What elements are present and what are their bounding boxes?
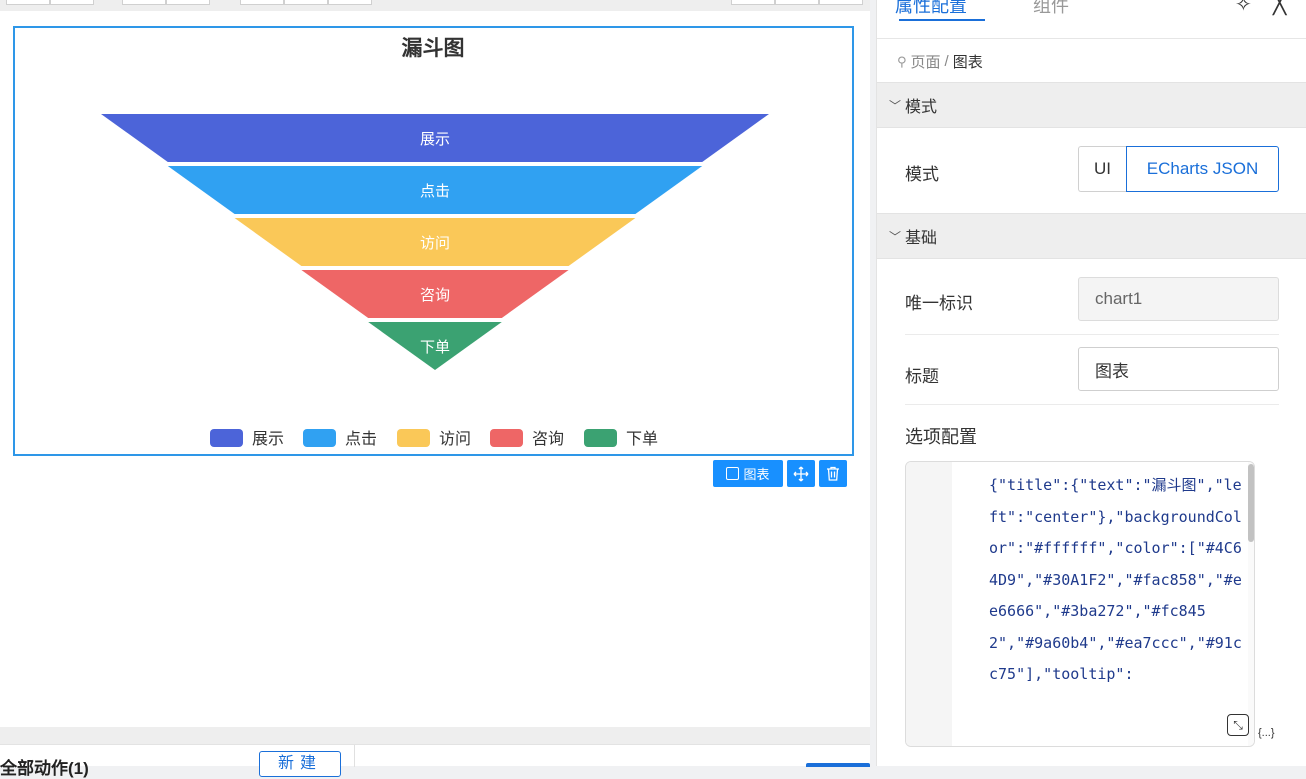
divider	[354, 745, 355, 767]
toolbar-button[interactable]	[166, 0, 210, 5]
component-name-button[interactable]: 图表	[713, 460, 783, 487]
legend-label[interactable]: 访问	[439, 430, 471, 448]
breadcrumb-root[interactable]: 页面	[911, 51, 941, 72]
unique-id-field[interactable]: chart1	[1078, 277, 1279, 321]
toolbar-group-left	[6, 0, 94, 5]
legend-swatch[interactable]	[303, 429, 336, 447]
options-code-text[interactable]: {"title":{"text":"漏斗图","left":"center"},…	[989, 470, 1244, 691]
options-code-editor[interactable]: {"title":{"text":"漏斗图","left":"center"},…	[905, 461, 1255, 747]
format-json-icon[interactable]: {...}	[1258, 727, 1275, 739]
component-name-label: 图表	[743, 467, 770, 482]
location-icon: ⚲	[897, 53, 907, 69]
legend-label[interactable]: 咨询	[532, 430, 564, 448]
chart-component-selected[interactable]: 漏斗图 展示 点击 访问 咨询 下单 展示 点击 访问 咨询 下单	[13, 26, 854, 456]
chart-title: 漏斗图	[402, 36, 465, 60]
section-mode-title: 模式	[905, 99, 938, 116]
toolbar-group-right	[731, 0, 863, 5]
toolbar-group-view	[240, 0, 372, 5]
section-basic-header[interactable]: ﹀ 基础	[877, 213, 1306, 259]
tab-properties[interactable]: 属性配置	[895, 0, 967, 18]
property-panel: 属性配置 组件 ✧ ╳ ⚲ 页面 / 图表 ﹀ 模式 模式 UI ECharts…	[876, 0, 1306, 766]
legend-swatch[interactable]	[490, 429, 523, 447]
trash-icon	[827, 466, 839, 481]
toolbar-button[interactable]	[50, 0, 94, 5]
mode-label: 模式	[905, 165, 939, 184]
mode-option-echarts-json[interactable]: ECharts JSON	[1126, 146, 1279, 192]
new-action-button[interactable]: 新建	[259, 751, 341, 777]
active-tab-indicator	[899, 19, 985, 21]
breadcrumb-current: 图表	[952, 54, 983, 71]
mode-switch: UI ECharts JSON	[1078, 146, 1279, 192]
legend-swatch[interactable]	[210, 429, 243, 447]
move-button[interactable]	[787, 460, 815, 487]
chart-legend: 展示 点击 访问 咨询 下单	[210, 429, 658, 448]
actions-title: 全部动作(1)	[0, 759, 89, 778]
expand-icon[interactable]: ⤡	[1227, 714, 1249, 736]
unique-id-label: 唯一标识	[905, 294, 973, 313]
primary-button-edge[interactable]	[806, 763, 870, 767]
toolbar-button[interactable]	[240, 0, 284, 5]
toolbar-button[interactable]	[122, 0, 166, 5]
funnel-layer: 展示点击访问咨询下单	[101, 114, 769, 370]
section-mode-header[interactable]: ﹀ 模式	[877, 82, 1306, 128]
close-icon[interactable]: ╳	[1273, 0, 1286, 16]
code-gutter	[906, 462, 952, 746]
legend-label[interactable]: 下单	[626, 430, 658, 448]
legend-label[interactable]: 展示	[252, 431, 284, 448]
component-toolbar: 图表	[713, 460, 847, 487]
editor-canvas: 漏斗图 展示 点击 访问 咨询 下单 展示 点击 访问 咨询 下单 图表 全部动作(1) 新建	[0, 0, 870, 778]
funnel-segment-label: 点击	[420, 183, 450, 200]
funnel-segment-label: 访问	[420, 235, 450, 252]
toolbar-button[interactable]	[775, 0, 819, 5]
toolbar-button[interactable]	[284, 0, 328, 5]
section-basic-title: 基础	[905, 230, 938, 247]
chevron-down-icon: ﹀	[889, 229, 902, 244]
chevron-down-icon: ﹀	[889, 98, 902, 113]
funnel-chart: 漏斗图 展示点击访问咨询下单 展示 点击 访问 咨询 下单	[101, 36, 769, 448]
pin-icon[interactable]: ✧	[1235, 0, 1252, 17]
toolbar-button[interactable]	[6, 0, 50, 5]
code-scrollbar-thumb[interactable]	[1248, 464, 1254, 542]
toolbar-group-undo	[122, 0, 210, 5]
chart-component-icon	[726, 467, 740, 480]
row-divider	[905, 334, 1279, 335]
funnel-segment-label: 下单	[420, 339, 450, 356]
legend-swatch[interactable]	[397, 429, 430, 447]
legend-label[interactable]: 点击	[345, 430, 377, 448]
title-label: 标题	[905, 367, 939, 386]
actions-bar: 全部动作(1) 新建	[0, 744, 870, 778]
move-icon	[793, 466, 809, 481]
legend-swatch[interactable]	[584, 429, 617, 447]
delete-button[interactable]	[819, 460, 847, 487]
breadcrumb-separator: /	[944, 53, 949, 70]
options-config-label: 选项配置	[905, 427, 977, 447]
row-divider	[905, 404, 1279, 405]
tab-components[interactable]: 组件	[1033, 0, 1069, 18]
panel-tabs: 属性配置 组件 ✧ ╳	[877, 0, 1306, 39]
mode-option-ui[interactable]: UI	[1078, 146, 1126, 192]
toolbar-button[interactable]	[328, 0, 372, 5]
breadcrumb: ⚲ 页面 / 图表	[897, 51, 983, 72]
toolbar-button[interactable]	[731, 0, 775, 5]
funnel-segment-label: 展示	[420, 131, 450, 148]
toolbar-button[interactable]	[819, 0, 863, 5]
title-field[interactable]: 图表	[1078, 347, 1279, 391]
funnel-segment-label: 咨询	[420, 287, 450, 304]
